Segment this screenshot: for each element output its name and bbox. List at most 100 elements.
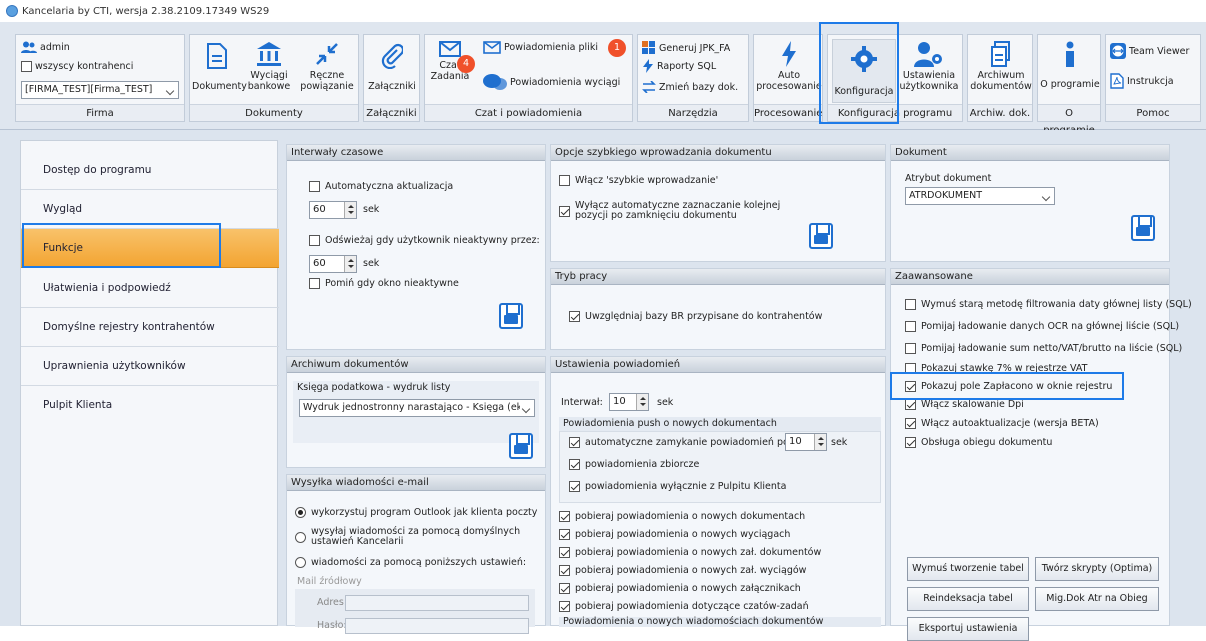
checkbox[interactable] <box>905 321 916 332</box>
checkbox[interactable] <box>569 437 580 448</box>
fetch-statement-attachments-checkbox[interactable]: pobieraj powiadomienia o nowych zał. wyc… <box>559 565 806 576</box>
checkbox[interactable] <box>905 299 916 310</box>
checkbox[interactable] <box>559 601 570 612</box>
jpk-button[interactable]: Generuj JPK_FA <box>642 41 730 55</box>
user-button[interactable]: admin <box>21 41 70 53</box>
configuration-button[interactable]: Konfiguracja <box>832 39 896 103</box>
nav-item-access[interactable]: Dostęp do programu <box>21 151 279 190</box>
checkbox[interactable] <box>559 583 570 594</box>
adv-option-6[interactable]: Włącz autoaktualizacje (wersja BETA) <box>905 418 1099 429</box>
checkbox[interactable] <box>559 175 570 186</box>
attr-select[interactable]: ATRDOKUMENT <box>905 187 1055 205</box>
nav-item-default-registers[interactable]: Domyślne rejestry kontrahentów <box>21 308 279 347</box>
spinner-arrows-icon[interactable] <box>814 434 826 450</box>
adv-option-3[interactable]: Pokazuj stawkę 7% w rejestrze VAT <box>905 363 1087 374</box>
checkbox[interactable] <box>905 399 916 410</box>
nav-item-appearance[interactable]: Wygląd <box>21 190 279 229</box>
only-portal-checkbox[interactable]: powiadomienia wyłącznie z Pulpitu Klient… <box>569 481 786 492</box>
all-contractors-checkbox[interactable]: wszyscy kontrahenci <box>21 61 133 72</box>
company-select[interactable]: [FIRMA_TEST][Firma_TEST] <box>21 81 179 99</box>
checkbox[interactable] <box>559 511 570 522</box>
checkbox[interactable] <box>905 437 916 448</box>
nav-item-hints[interactable]: Ułatwienia i podpowiedź <box>21 269 279 308</box>
custom-settings-radio[interactable]: wiadomości za pomocą poniższych ustawień… <box>295 557 526 568</box>
checkbox[interactable] <box>309 181 320 192</box>
checkbox[interactable] <box>569 459 580 470</box>
nav-item-permissions[interactable]: Uprawnienia użytkowników <box>21 347 279 386</box>
reindex-button[interactable]: Reindeksacja tabel <box>907 587 1029 611</box>
nav-item-client-portal[interactable]: Pulpit Klienta <box>21 386 279 425</box>
teamviewer-button[interactable]: Team Viewer <box>1110 43 1189 59</box>
export-settings-button[interactable]: Eksportuj ustawienia <box>907 617 1029 641</box>
radio[interactable] <box>295 507 306 518</box>
fetch-doc-attachments-checkbox[interactable]: pobieraj powiadomienia o nowych zał. dok… <box>559 547 821 558</box>
checkbox[interactable] <box>905 381 916 392</box>
sql-reports-button[interactable]: Raporty SQL <box>642 59 716 73</box>
address-input[interactable] <box>345 595 529 611</box>
auto-update-checkbox[interactable]: Automatyczna aktualizacja <box>309 181 453 192</box>
create-scripts-button[interactable]: Twórz skrypty (Optima) <box>1035 557 1159 581</box>
adv-option-7[interactable]: Obsługa obiegu dokumentu <box>905 437 1052 448</box>
password-input[interactable] <box>345 618 529 634</box>
checkbox[interactable] <box>309 235 320 246</box>
checkbox[interactable] <box>569 481 580 492</box>
adv-option-1[interactable]: Pomijaj ładowanie danych OCR na głównej … <box>905 321 1179 332</box>
checkbox[interactable] <box>905 343 916 354</box>
adv-option-4[interactable]: Pokazuj pole Zapłacono w oknie rejestru <box>905 381 1112 392</box>
spinner-arrows-icon[interactable] <box>636 394 648 410</box>
checkbox[interactable] <box>569 311 580 322</box>
adv-option-5[interactable]: Włącz skalowanie Dpi <box>905 399 1024 410</box>
skip-inactive-checkbox[interactable]: Pomiń gdy okno nieaktywne <box>309 278 459 289</box>
auto-close-interval[interactable]: 10 <box>785 433 827 451</box>
checkbox[interactable] <box>309 278 320 289</box>
notif-interval[interactable]: 10 <box>609 393 649 411</box>
outlook-radio[interactable]: wykorzystuj program Outlook jak klienta … <box>295 507 537 518</box>
checkbox[interactable] <box>559 205 570 217</box>
disable-auto-checkbox[interactable]: Wyłącz automatyczne zaznaczanie kolejnej… <box>559 201 780 221</box>
checkbox[interactable] <box>559 529 570 540</box>
inactive-interval[interactable]: 60 <box>309 255 357 273</box>
save-icon[interactable] <box>499 303 523 329</box>
adv-option-2[interactable]: Pomijaj ładowanie sum netto/VAT/brutto n… <box>905 343 1182 354</box>
checkbox[interactable] <box>21 61 32 72</box>
checkbox[interactable] <box>905 363 916 374</box>
save-icon[interactable] <box>1131 215 1155 241</box>
auto-process-button[interactable]: Auto procesowanie <box>756 41 822 92</box>
auto-close-checkbox[interactable]: automatyczne zamykanie powiadomień po: <box>569 437 792 448</box>
save-icon[interactable] <box>509 433 533 459</box>
user-settings-button[interactable]: Ustawienia użytkownika <box>898 41 960 92</box>
default-settings-radio[interactable]: wysyłaj wiadomości za pomocą domyślnych u… <box>295 527 520 547</box>
adv-option-0[interactable]: Wymuś starą metodę filtrowania daty głów… <box>905 299 1192 310</box>
migrate-button[interactable]: Mig.Dok Atr na Obieg <box>1035 587 1159 611</box>
spinner-arrows-icon[interactable] <box>344 202 356 218</box>
quick-entry-checkbox[interactable]: Włącz 'szybkie wprowadzanie' <box>559 175 718 186</box>
checkbox[interactable] <box>905 418 916 429</box>
notif-statements-button[interactable]: Powiadomienia wyciągi <box>483 73 620 91</box>
spinner-arrows-icon[interactable] <box>344 256 356 272</box>
radio[interactable] <box>295 531 306 543</box>
radio[interactable] <box>295 557 306 568</box>
nav-item-functions[interactable]: Funkcje <box>21 229 279 268</box>
fetch-attachments-checkbox[interactable]: pobieraj powiadomienia o nowych załączni… <box>559 583 801 594</box>
collective-checkbox[interactable]: powiadomienia zbiorcze <box>569 459 699 470</box>
attachments-button[interactable]: Załączniki <box>366 43 418 92</box>
auto-update-interval[interactable]: 60 <box>309 201 357 219</box>
documents-button[interactable]: Dokumenty <box>192 43 247 92</box>
notif-files-button[interactable]: Powiadomienia pliki <box>483 41 598 54</box>
ledger-select[interactable]: Wydruk jednostronny narastająco - Księga… <box>299 399 535 417</box>
save-icon[interactable] <box>809 223 833 249</box>
include-br-checkbox[interactable]: Uwzględniaj bazy BR przypisane do kontra… <box>569 311 822 322</box>
fetch-statements-checkbox[interactable]: pobieraj powiadomienia o nowych wyciągac… <box>559 529 790 540</box>
bank-statements-button[interactable]: Wyciągi bankowe <box>244 41 294 92</box>
checkbox[interactable] <box>559 565 570 576</box>
refresh-inactive-checkbox[interactable]: Odświeżaj gdy użytkownik nieaktywny prze… <box>309 235 540 246</box>
fetch-chats-checkbox[interactable]: pobieraj powiadomienia dotyczące czatów-… <box>559 601 809 612</box>
checkbox[interactable] <box>559 547 570 558</box>
force-tables-button[interactable]: Wymuś tworzenie tabel <box>907 557 1029 581</box>
manual-link-button[interactable]: Ręczne powiązanie <box>298 41 356 92</box>
archive-button[interactable]: Archiwum dokumentów <box>970 41 1032 92</box>
manual-button[interactable]: Instrukcja <box>1110 73 1174 89</box>
change-db-button[interactable]: Zmień bazy dok. <box>642 81 738 93</box>
about-button[interactable]: O programie <box>1040 41 1100 90</box>
fetch-docs-checkbox[interactable]: pobieraj powiadomienia o nowych dokument… <box>559 511 805 522</box>
